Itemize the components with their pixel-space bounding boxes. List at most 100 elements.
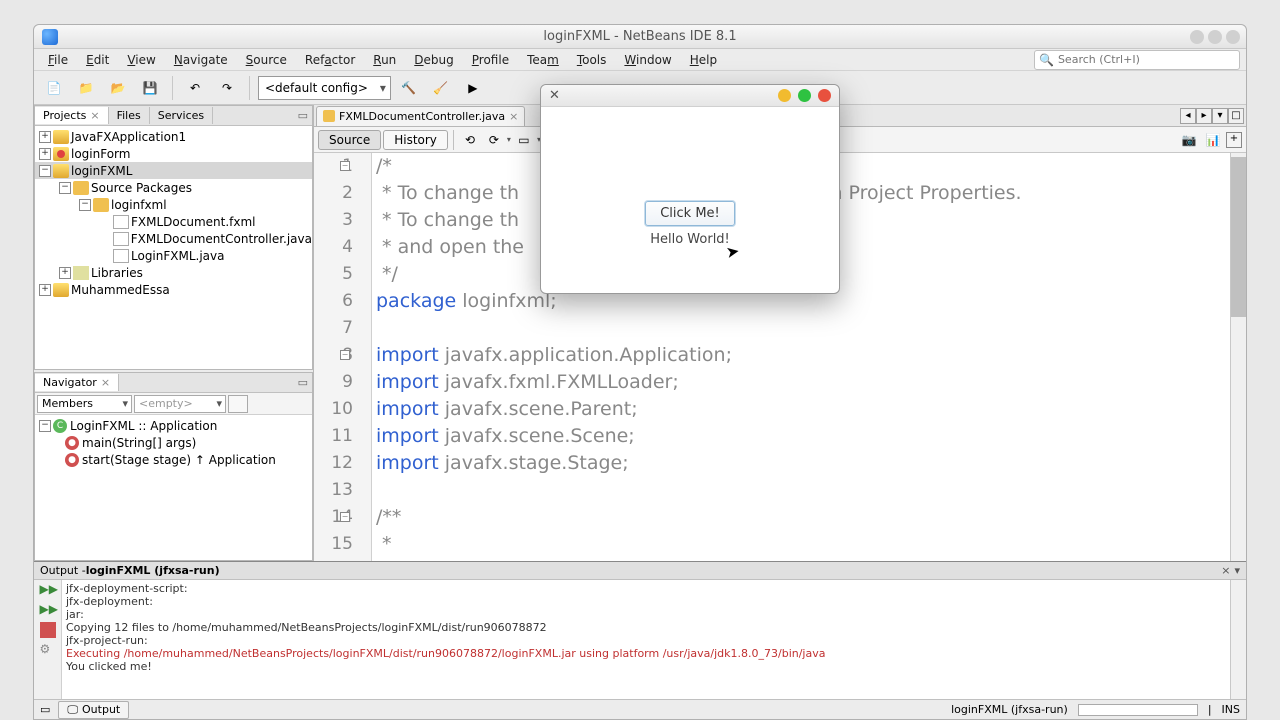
new-file-button[interactable]: 📄 [40, 74, 68, 102]
close-output-icon[interactable]: × [1221, 564, 1230, 577]
tree-node[interactable]: +MuhammedEssa [35, 281, 312, 298]
editor-tab[interactable]: FXMLDocumentController.java × [316, 106, 525, 126]
build-button[interactable]: 🔨 [395, 74, 423, 102]
menu-file[interactable]: File [40, 51, 76, 69]
tree-node[interactable]: −loginfxml [35, 196, 312, 213]
tab-list-button[interactable]: ▾ [1212, 108, 1228, 124]
fold-icon[interactable]: − [340, 512, 350, 522]
toolbar-icon[interactable]: 📊 [1202, 129, 1224, 151]
close-tab-icon[interactable]: × [509, 110, 518, 123]
menu-edit[interactable]: Edit [78, 51, 117, 69]
redo-button[interactable]: ↷ [213, 74, 241, 102]
fold-icon[interactable]: − [340, 350, 350, 360]
fx-body: Click Me! Hello World! [541, 107, 839, 247]
expand-icon[interactable]: + [1226, 132, 1242, 148]
menu-navigate[interactable]: Navigate [166, 51, 236, 69]
navigator-panel: Navigator× ▭ Members <empty> −CLoginFXML… [34, 372, 313, 561]
filter-button[interactable] [228, 395, 248, 413]
tree-node[interactable]: FXMLDocument.fxml [35, 213, 312, 230]
menu-debug[interactable]: Debug [406, 51, 461, 69]
navigator-tree[interactable]: −CLoginFXML :: Application ●main(String[… [35, 415, 312, 560]
history-tab[interactable]: History [383, 130, 448, 150]
prev-tab-button[interactable]: ◂ [1180, 108, 1196, 124]
search-icon: 🔍 [1035, 53, 1058, 67]
source-tab[interactable]: Source [318, 130, 381, 150]
tree-node[interactable]: +JavaFXApplication1 [35, 128, 312, 145]
settings-icon[interactable]: ⚙ [40, 642, 56, 658]
status-left-icon[interactable]: ▭ [40, 703, 50, 716]
javafx-app-window[interactable]: ✕ Click Me! Hello World! [540, 84, 840, 294]
nav-class-node[interactable]: −CLoginFXML :: Application [35, 417, 312, 434]
save-all-button[interactable]: 💾 [136, 74, 164, 102]
minimize-button[interactable] [1190, 30, 1204, 44]
menu-team[interactable]: Team [519, 51, 567, 69]
toolbar-icon[interactable]: 📷 [1178, 129, 1200, 151]
nav-method-node[interactable]: ●start(Stage stage) ↑ Application [35, 451, 312, 468]
quick-search[interactable]: 🔍 [1034, 50, 1240, 70]
clean-build-button[interactable]: 🧹 [427, 74, 455, 102]
tree-node[interactable]: FXMLDocumentController.java [35, 230, 312, 247]
tab-files[interactable]: Files [109, 107, 150, 124]
search-input[interactable] [1058, 53, 1239, 66]
minimize-panel-icon[interactable]: ▭ [294, 376, 312, 389]
statusbar: ▭ 🖵Output loginFXML (jfxsa-run) | INS [34, 699, 1246, 719]
output-header: Output - loginFXML (jfxsa-run) × ▾ [34, 562, 1246, 580]
tab-projects[interactable]: Projects× [35, 107, 109, 124]
output-text[interactable]: jfx-deployment-script: jfx-deployment: j… [62, 580, 1230, 699]
app-icon [42, 29, 58, 45]
menu-refactor[interactable]: Refactor [297, 51, 363, 69]
open-button[interactable]: 📂 [104, 74, 132, 102]
toolbar-icon[interactable]: ▭ [513, 129, 535, 151]
next-tab-button[interactable]: ▸ [1196, 108, 1212, 124]
menu-tools[interactable]: Tools [569, 51, 615, 69]
toolbar-icon[interactable]: ⟲ [459, 129, 481, 151]
tree-node-selected[interactable]: −loginFXML [35, 162, 312, 179]
tree-node[interactable]: +Libraries [35, 264, 312, 281]
menu-run[interactable]: Run [365, 51, 404, 69]
close-icon[interactable]: × [101, 376, 110, 389]
menu-window[interactable]: Window [616, 51, 679, 69]
minimize-panel-icon[interactable]: ▭ [294, 109, 312, 122]
rerun-icon[interactable]: ▶▶ [40, 582, 56, 598]
tab-services[interactable]: Services [150, 107, 213, 124]
tree-node[interactable]: −Source Packages [35, 179, 312, 196]
close-button[interactable] [1226, 30, 1240, 44]
status-separator: | [1208, 703, 1212, 716]
maximize-editor-button[interactable]: □ [1228, 108, 1244, 124]
new-project-button[interactable]: 📁 [72, 74, 100, 102]
fx-titlebar[interactable]: ✕ [541, 85, 839, 107]
vertical-scrollbar[interactable] [1230, 153, 1246, 561]
line-gutter: 1− 2345 67 8− 9101112 13 14− 15 [314, 153, 372, 561]
minimize-output-icon[interactable]: ▾ [1234, 564, 1240, 577]
stop-icon[interactable] [40, 622, 56, 638]
menu-view[interactable]: View [119, 51, 163, 69]
run-icon[interactable]: ▶▶ [40, 602, 56, 618]
undo-button[interactable]: ↶ [181, 74, 209, 102]
zoom-button[interactable] [798, 89, 811, 102]
fold-icon[interactable]: − [340, 161, 350, 171]
click-me-button[interactable]: Click Me! [645, 201, 735, 226]
members-combo[interactable]: Members [37, 395, 132, 413]
hello-world-label: Hello World! [650, 232, 730, 247]
menu-profile[interactable]: Profile [464, 51, 517, 69]
project-tree[interactable]: +JavaFXApplication1 +loginForm −loginFXM… [35, 126, 312, 369]
nav-method-node[interactable]: ●main(String[] args) [35, 434, 312, 451]
tree-node[interactable]: +loginForm [35, 145, 312, 162]
projects-tabs: Projects× Files Services ▭ [35, 106, 312, 126]
output-tab-button[interactable]: 🖵Output [58, 701, 129, 719]
maximize-button[interactable] [1208, 30, 1222, 44]
close-button[interactable] [818, 89, 831, 102]
menu-source[interactable]: Source [238, 51, 295, 69]
config-combo[interactable]: <default config> [258, 76, 391, 100]
output-scrollbar[interactable] [1230, 580, 1246, 699]
filter-combo[interactable]: <empty> [134, 395, 226, 413]
members-bar: Members <empty> [35, 393, 312, 415]
close-icon[interactable]: × [90, 109, 99, 122]
toolbar-icon[interactable]: ⟳ [483, 129, 505, 151]
tab-navigator[interactable]: Navigator× [35, 374, 119, 391]
tree-node[interactable]: LoginFXML.java [35, 247, 312, 264]
run-button[interactable]: ▶ [459, 74, 487, 102]
menu-help[interactable]: Help [682, 51, 725, 69]
minimize-button[interactable] [778, 89, 791, 102]
editor-nav: ◂ ▸ ▾ □ [1180, 108, 1246, 124]
